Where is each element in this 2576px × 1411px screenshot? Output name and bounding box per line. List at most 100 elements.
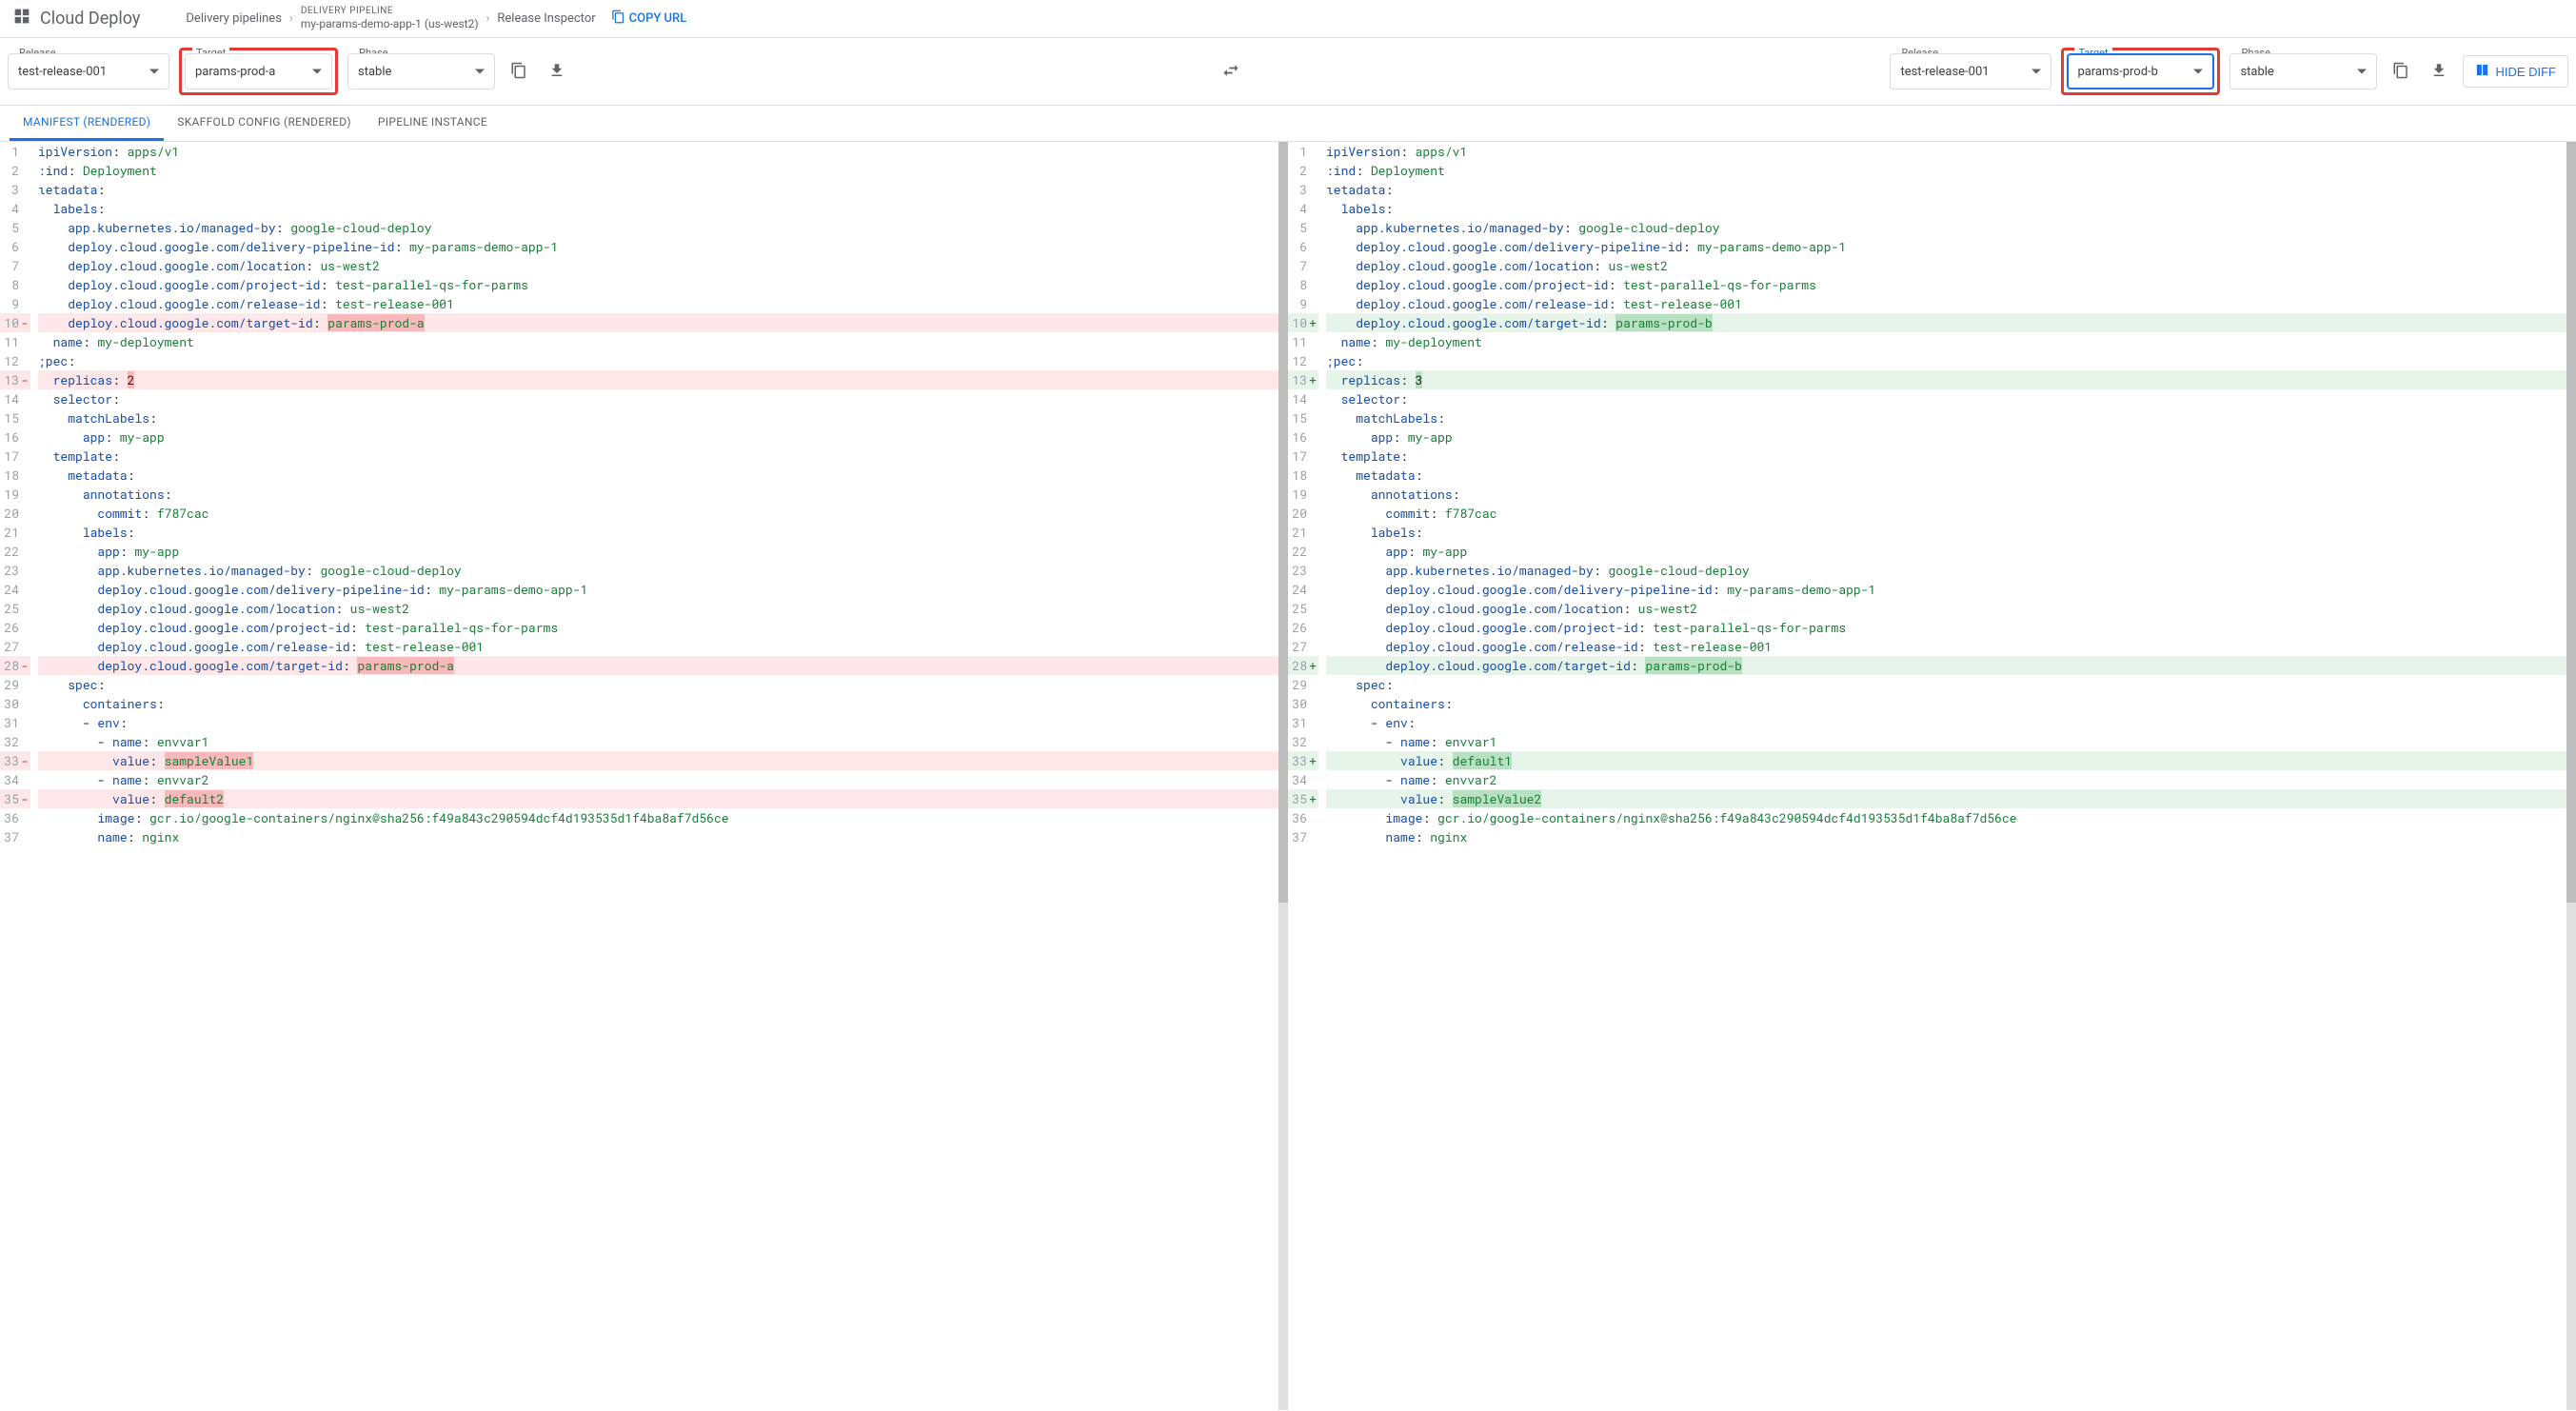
tab-label: SKAFFOLD CONFIG (RENDERED) <box>177 115 351 129</box>
left-copy-button[interactable] <box>505 56 533 88</box>
line-number: 31 <box>0 713 30 732</box>
code-line: replicas: 3 <box>1326 370 2566 389</box>
right-download-button[interactable] <box>2425 56 2453 88</box>
line-number: 10+ <box>1288 313 1318 332</box>
code-line: deploy.cloud.google.com/target-id: param… <box>38 313 1278 332</box>
line-number: 3 <box>0 180 30 199</box>
right-target-select[interactable]: Target params-prod-b <box>2067 53 2214 89</box>
code-line: - name: envvar1 <box>38 732 1278 751</box>
diff-viewer: 1 2 3 4 5 6 7 8 9 10-11 12 13-14 15 16 1… <box>0 142 2576 1410</box>
code-line: ;pec: <box>1326 351 2566 370</box>
app-header: Cloud Deploy Delivery pipelines › DELIVE… <box>0 0 2576 38</box>
release-value: test-release-001 <box>18 65 107 79</box>
right-code[interactable]: ipiVersion: apps/v1:ind: Deploymentιetad… <box>1326 142 2566 846</box>
left-code[interactable]: ipiVersion: apps/v1:ind: Deploymentιetad… <box>38 142 1278 846</box>
code-line: :ind: Deployment <box>1326 161 2566 180</box>
code-line: deploy.cloud.google.com/target-id: param… <box>38 656 1278 675</box>
line-number: 6 <box>0 237 30 256</box>
code-line: spec: <box>1326 675 2566 694</box>
code-line: deploy.cloud.google.com/project-id: test… <box>1326 275 2566 294</box>
phase-value: stable <box>2240 65 2273 79</box>
code-line: labels: <box>38 199 1278 218</box>
copy-url-button[interactable]: COPY URL <box>611 10 687 28</box>
line-number: 3 <box>1288 180 1318 199</box>
line-number: 27 <box>1288 637 1318 656</box>
right-copy-button[interactable] <box>2387 56 2415 88</box>
code-line: containers: <box>1326 694 2566 713</box>
code-line: name: my-deployment <box>1326 332 2566 351</box>
right-scrollbar[interactable] <box>2566 142 2576 1410</box>
code-line: deploy.cloud.google.com/location: us-wes… <box>1326 256 2566 275</box>
line-number: 22 <box>0 542 30 561</box>
line-number: 18 <box>0 466 30 485</box>
code-line: app: my-app <box>1326 427 2566 447</box>
right-phase-select[interactable]: Phase stable <box>2229 53 2377 89</box>
left-download-button[interactable] <box>543 56 571 88</box>
tab-manifest[interactable]: MANIFEST (RENDERED) <box>10 106 164 141</box>
line-number: 24 <box>0 580 30 599</box>
tab-skaffold[interactable]: SKAFFOLD CONFIG (RENDERED) <box>164 106 365 141</box>
tab-label: MANIFEST (RENDERED) <box>23 115 150 129</box>
left-phase-select[interactable]: Phase stable <box>347 53 495 89</box>
line-number: 32 <box>1288 732 1318 751</box>
line-number: 32 <box>0 732 30 751</box>
tabs: MANIFEST (RENDERED) SKAFFOLD CONFIG (REN… <box>0 106 2576 142</box>
code-line: value: default1 <box>1326 751 2566 770</box>
line-number: 28+ <box>1288 656 1318 675</box>
download-icon <box>2430 68 2447 82</box>
left-target-select[interactable]: Target params-prod-a <box>185 53 332 89</box>
line-number: 4 <box>0 199 30 218</box>
code-line: deploy.cloud.google.com/project-id: test… <box>1326 618 2566 637</box>
left-release-select[interactable]: Release test-release-001 <box>8 53 169 89</box>
code-line: name: nginx <box>1326 827 2566 846</box>
line-number: 16 <box>0 427 30 447</box>
code-line: commit: f787cac <box>1326 504 2566 523</box>
pipeline-value: my-params-demo-app-1 (us-west2) <box>301 17 479 30</box>
line-number: 8 <box>0 275 30 294</box>
breadcrumb-pipeline[interactable]: DELIVERY PIPELINE my-params-demo-app-1 (… <box>301 6 479 30</box>
code-line: deploy.cloud.google.com/release-id: test… <box>1326 637 2566 656</box>
code-line: name: nginx <box>38 827 1278 846</box>
copy-icon <box>611 10 625 28</box>
download-icon <box>548 68 565 82</box>
hide-diff-button[interactable]: HIDE DIFF <box>2463 55 2568 88</box>
code-line: matchLabels: <box>1326 408 2566 427</box>
code-line: image: gcr.io/google-containers/nginx@sh… <box>38 808 1278 827</box>
line-number: 14 <box>1288 389 1318 408</box>
code-line: deploy.cloud.google.com/target-id: param… <box>1326 656 2566 675</box>
code-line: annotations: <box>38 485 1278 504</box>
code-line: selector: <box>1326 389 2566 408</box>
code-line: - name: envvar1 <box>1326 732 2566 751</box>
code-line: :ind: Deployment <box>38 161 1278 180</box>
code-line: annotations: <box>1326 485 2566 504</box>
code-line: - name: envvar2 <box>1326 770 2566 789</box>
diff-icon <box>2475 63 2489 80</box>
code-line: ιetadata: <box>1326 180 2566 199</box>
chevron-right-icon: › <box>289 11 293 26</box>
line-number: 20 <box>0 504 30 523</box>
swap-sides-button[interactable] <box>1216 55 1246 89</box>
line-number: 34 <box>1288 770 1318 789</box>
code-line: commit: f787cac <box>38 504 1278 523</box>
left-pane[interactable]: 1 2 3 4 5 6 7 8 9 10-11 12 13-14 15 16 1… <box>0 142 1278 1410</box>
breadcrumb-delivery-pipelines[interactable]: Delivery pipelines <box>186 11 282 26</box>
line-number: 4 <box>1288 199 1318 218</box>
code-line: deploy.cloud.google.com/project-id: test… <box>38 618 1278 637</box>
right-release-select[interactable]: Release test-release-001 <box>1890 53 2051 89</box>
line-number: 26 <box>1288 618 1318 637</box>
code-line: template: <box>38 447 1278 466</box>
right-pane[interactable]: 1 2 3 4 5 6 7 8 9 10+11 12 13+14 15 16 1… <box>1288 142 2566 1410</box>
line-number: 5 <box>0 218 30 237</box>
line-number: 29 <box>1288 675 1318 694</box>
line-number: 23 <box>1288 561 1318 580</box>
left-scrollbar[interactable] <box>1278 142 1288 1410</box>
target-value: params-prod-a <box>195 65 275 79</box>
release-value: test-release-001 <box>1900 65 1989 79</box>
line-number: 25 <box>1288 599 1318 618</box>
line-number: 25 <box>0 599 30 618</box>
code-line: matchLabels: <box>38 408 1278 427</box>
line-number: 19 <box>1288 485 1318 504</box>
tab-pipeline-instance[interactable]: PIPELINE INSTANCE <box>365 106 501 141</box>
line-number: 15 <box>1288 408 1318 427</box>
line-number: 22 <box>1288 542 1318 561</box>
